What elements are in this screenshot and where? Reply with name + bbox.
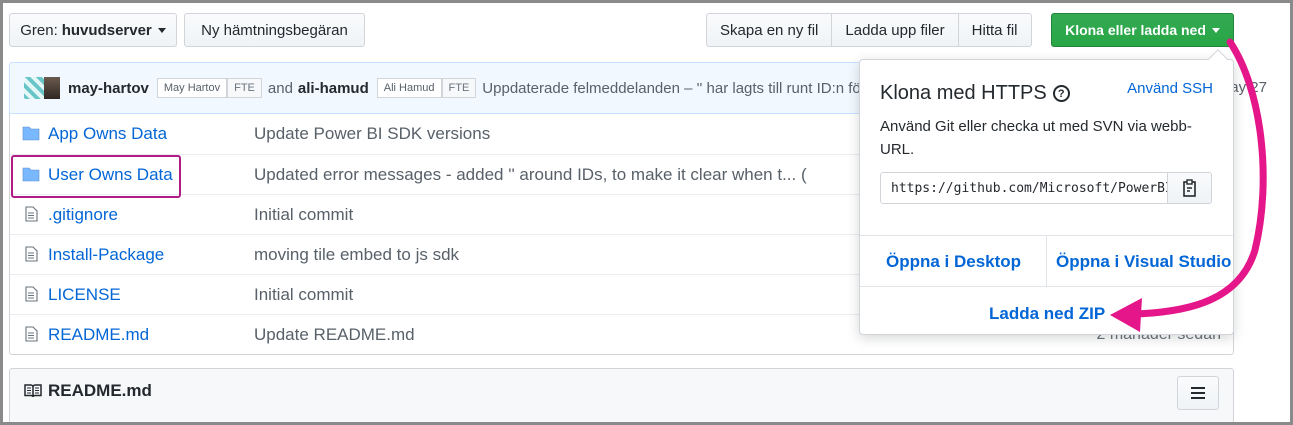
file-icon [25,246,38,262]
avatar[interactable] [24,77,44,99]
hamburger-icon-line [1191,392,1205,394]
book-icon [24,384,42,398]
open-visual-studio-link[interactable]: Öppna i Visual Studio [1056,252,1231,272]
file-link[interactable]: LICENSE [48,285,121,305]
file-commit-message[interactable]: Updated error messages - added '' around… [254,165,807,185]
file-commit-message[interactable]: Update README.md [254,325,415,345]
file-commit-message[interactable]: Update Power BI SDK versions [254,124,490,144]
file-link[interactable]: .gitignore [48,205,118,225]
clone-panel-title-label: Klona med HTTPS [880,82,1047,104]
readme-title-label: README.md [48,381,152,400]
author-name-badge: May Hartov [156,78,228,98]
download-zip-link[interactable]: Ladda ned ZIP [989,304,1105,324]
dropdown-caret [1208,49,1228,69]
avatar[interactable] [44,77,60,99]
branch-prefix-label: Gren: [20,21,58,39]
folder-icon [22,126,40,141]
file-icon [25,206,38,222]
hamburger-icon-line [1191,397,1205,399]
file-link[interactable]: README.md [48,325,149,345]
file-actions-group: Skapa en ny fil Ladda upp filer Hitta fi… [706,13,1032,47]
divider [1046,236,1047,286]
open-desktop-link[interactable]: Öppna i Desktop [886,252,1021,272]
branch-name-label: huvudserver [61,21,152,39]
clone-download-button[interactable]: Klona eller ladda ned [1051,13,1234,47]
new-pull-request-button[interactable]: Ny hämtningsbegäran [184,13,365,47]
chevron-down-icon [157,27,166,33]
copy-url-button[interactable] [1167,172,1212,204]
upload-files-button[interactable]: Ladda upp filer [831,13,959,47]
readme-title: README.md [24,381,152,401]
file-commit-message[interactable]: Initial commit [254,285,353,305]
file-icon [25,326,38,342]
question-icon[interactable]: ? [1052,85,1070,102]
hamburger-icon [1191,387,1205,389]
readme-menu-button[interactable] [1177,376,1219,410]
clone-url-input[interactable]: https://github.com/Microsoft/PowerBI-Dev… [880,172,1168,204]
commit-author-link[interactable]: may-hartov [68,80,149,97]
file-commit-message[interactable]: moving tile embed to js sdk [254,245,459,265]
divider [860,286,1233,287]
fte-badge: FTE [227,78,262,98]
folder-icon [22,167,40,182]
branch-select-button[interactable]: Gren: huvudserver [9,13,177,47]
avatar-group[interactable] [24,77,60,99]
commit-message-link[interactable]: Uppdaterade felmeddelanden – '' har lagt… [482,80,872,97]
clone-panel-title: Klona med HTTPS ? [880,82,1070,105]
commit-coauthor-link[interactable]: ali-hamud [298,80,369,97]
file-icon [25,286,38,302]
clipboard-icon [1182,179,1196,197]
use-ssh-link[interactable]: Använd SSH [1127,80,1213,97]
commit-conjunction: and [267,79,293,97]
coauthor-name-badge: Ali Hamud [376,78,442,98]
fte-badge: FTE [441,78,477,98]
commit-date: ay 27 [1230,79,1267,96]
create-file-button[interactable]: Skapa en ny fil [706,13,833,47]
find-file-button[interactable]: Hitta fil [957,13,1032,47]
chevron-down-icon [1211,27,1220,33]
file-link[interactable]: User Owns Data [48,165,173,185]
file-link[interactable]: App Owns Data [48,124,167,144]
file-commit-message[interactable]: Initial commit [254,205,353,225]
clone-description: Använd Git eller checka ut med SVN via w… [880,118,1192,158]
clone-download-label: Klona eller ladda ned [1065,22,1206,38]
readme-panel: README.md [9,368,1234,425]
file-link[interactable]: Install-Package [48,245,164,265]
clone-dropdown-panel: Klona med HTTPS ? Använd SSH Använd Git … [859,49,1234,335]
